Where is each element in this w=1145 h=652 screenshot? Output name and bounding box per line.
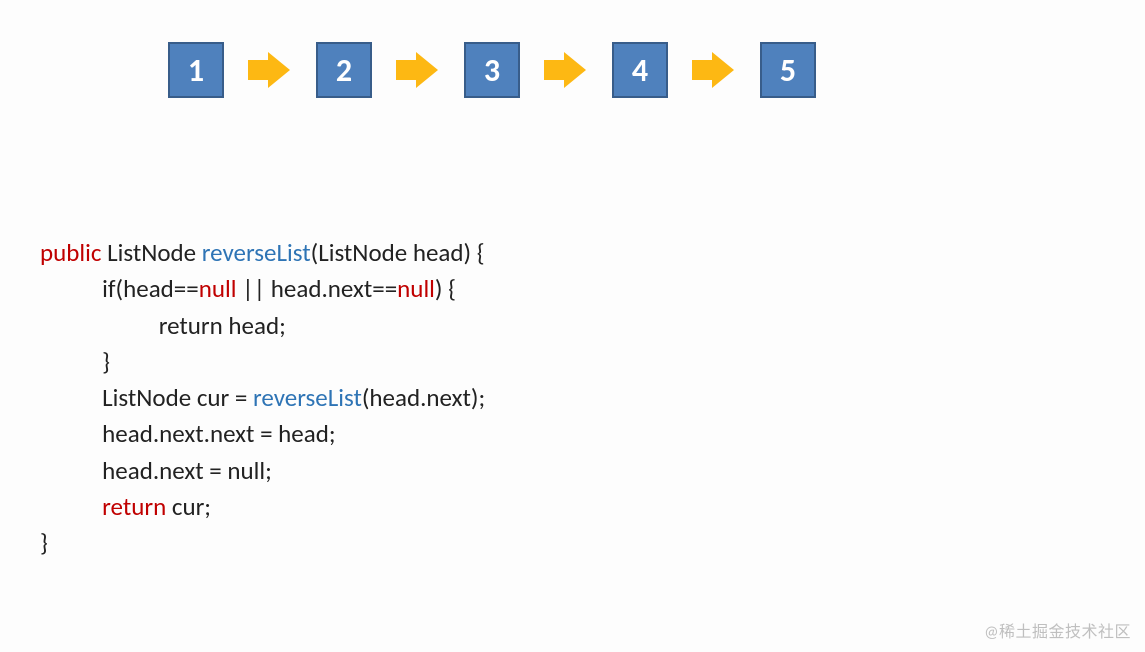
keyword-null: null (397, 273, 435, 304)
watermark-label: @稀土掘金技术社区 (984, 618, 1131, 642)
list-node: 5 (760, 42, 816, 98)
code-text: head.next.next = head; (40, 418, 336, 449)
list-node: 2 (316, 42, 372, 98)
list-node: 3 (464, 42, 520, 98)
linked-list-diagram: 1 2 3 4 5 (168, 42, 816, 98)
method-name: reverseList (202, 237, 311, 268)
list-node: 1 (168, 42, 224, 98)
code-text: (ListNode head) { (311, 237, 485, 268)
arrow-icon (248, 52, 292, 88)
arrow-icon (544, 52, 588, 88)
code-text: if(head== (40, 273, 199, 304)
code-text: || head.next== (236, 273, 397, 304)
code-text: ListNode (101, 237, 201, 268)
code-text: return head; (40, 310, 286, 341)
list-node: 4 (612, 42, 668, 98)
arrow-icon (692, 52, 736, 88)
keyword-public: public (40, 237, 101, 268)
arrow-icon (396, 52, 440, 88)
code-text: head.next = null; (40, 455, 272, 486)
code-text: ListNode cur = (40, 382, 253, 413)
code-text: } (40, 527, 48, 558)
code-text: } (40, 346, 110, 377)
code-block: public ListNode reverseList(ListNode hea… (40, 235, 485, 561)
code-text: (head.next); (362, 382, 485, 413)
code-text: ) { (435, 273, 456, 304)
code-text: cur; (166, 491, 211, 522)
keyword-null: null (199, 273, 237, 304)
method-name: reverseList (253, 382, 362, 413)
keyword-return: return (40, 491, 166, 522)
